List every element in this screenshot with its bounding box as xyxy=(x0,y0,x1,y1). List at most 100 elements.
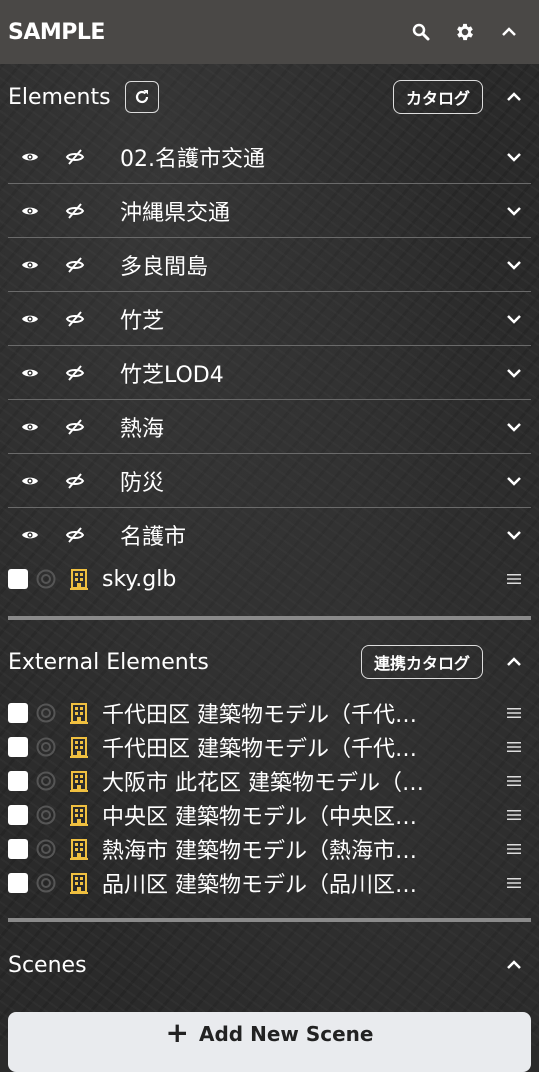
menu-icon[interactable] xyxy=(497,877,531,889)
eye-slash-icon[interactable] xyxy=(52,527,98,543)
menu-icon[interactable] xyxy=(497,573,531,585)
eye-slash-icon[interactable] xyxy=(52,310,98,327)
project-title: SAMPLE xyxy=(8,19,105,45)
building-icon xyxy=(64,702,94,724)
element-row[interactable]: 竹芝 xyxy=(8,292,531,346)
add-new-scene-label: Add New Scene xyxy=(199,1022,374,1046)
element-name: 防災 xyxy=(120,470,165,496)
external-element-row[interactable]: 熱海市 建築物モデル（熱海市… xyxy=(8,832,531,866)
eye-icon[interactable] xyxy=(8,475,52,487)
add-new-scene-button[interactable]: + Add New Scene xyxy=(8,1012,531,1072)
target-icon[interactable] xyxy=(28,737,64,757)
element-name: 熱海 xyxy=(120,416,165,442)
target-icon[interactable] xyxy=(28,839,64,859)
menu-icon[interactable] xyxy=(497,741,531,753)
file-row[interactable]: sky.glb xyxy=(8,562,531,596)
menu-icon[interactable] xyxy=(497,707,531,719)
element-name: 名護市 xyxy=(120,525,187,550)
eye-icon[interactable] xyxy=(8,421,52,433)
external-element-name: 千代田区 建築物モデル（千代… xyxy=(102,737,417,762)
chevron-down-icon[interactable] xyxy=(497,206,531,216)
menu-icon[interactable] xyxy=(497,843,531,855)
element-row[interactable]: 竹芝LOD4 xyxy=(8,346,531,400)
eye-slash-icon[interactable] xyxy=(52,364,98,381)
building-icon xyxy=(64,804,94,826)
external-element-row[interactable]: 中央区 建築物モデル（中央区… xyxy=(8,798,531,832)
external-element-name: 千代田区 建築物モデル（千代… xyxy=(102,703,417,728)
target-icon[interactable] xyxy=(28,703,64,723)
checkbox[interactable] xyxy=(8,771,28,791)
chevron-down-icon[interactable] xyxy=(497,530,531,540)
file-name: sky.glb xyxy=(102,566,177,592)
element-name: 多良間島 xyxy=(120,254,209,280)
element-row[interactable]: 名護市 xyxy=(8,508,531,562)
chevron-up-icon[interactable] xyxy=(497,657,531,667)
linked-catalog-button[interactable]: 連携カタログ xyxy=(360,645,483,679)
chevron-down-icon[interactable] xyxy=(497,422,531,432)
checkbox[interactable] xyxy=(8,805,28,825)
target-icon[interactable] xyxy=(28,805,64,825)
element-row[interactable]: 沖縄県交通 xyxy=(8,184,531,238)
eye-icon[interactable] xyxy=(8,259,52,271)
building-icon xyxy=(64,770,94,792)
eye-slash-icon[interactable] xyxy=(52,202,98,219)
external-element-row[interactable]: 千代田区 建築物モデル（千代… xyxy=(8,730,531,764)
eye-slash-icon[interactable] xyxy=(52,472,98,489)
plus-icon: + xyxy=(165,1016,189,1049)
eye-slash-icon[interactable] xyxy=(52,256,98,273)
eye-slash-icon[interactable] xyxy=(52,148,98,165)
top-bar: SAMPLE xyxy=(0,0,539,64)
external-element-name: 大阪市 此花区 建築物モデル（… xyxy=(102,771,424,796)
external-elements-label: External Elements xyxy=(8,649,209,675)
target-icon[interactable] xyxy=(28,771,64,791)
chevron-down-icon[interactable] xyxy=(497,260,531,270)
element-name: 02.名護市交通 xyxy=(120,146,265,172)
building-icon xyxy=(64,872,94,894)
external-elements-header: External Elements 連携カタログ xyxy=(0,620,539,696)
checkbox[interactable] xyxy=(8,737,28,757)
search-icon[interactable] xyxy=(399,10,443,54)
element-row[interactable]: 防災 xyxy=(8,454,531,508)
eye-icon[interactable] xyxy=(8,205,52,217)
external-element-name: 中央区 建築物モデル（中央区… xyxy=(102,805,417,830)
building-icon xyxy=(64,838,94,860)
eye-icon[interactable] xyxy=(8,367,52,379)
menu-icon[interactable] xyxy=(497,775,531,787)
reload-button[interactable] xyxy=(124,81,159,113)
chevron-up-icon[interactable] xyxy=(497,960,531,970)
external-element-name: 品川区 建築物モデル（品川区… xyxy=(102,873,417,898)
target-icon[interactable] xyxy=(28,569,64,589)
scenes-label: Scenes xyxy=(8,952,87,978)
eye-icon[interactable] xyxy=(8,529,52,541)
checkbox[interactable] xyxy=(8,839,28,859)
external-element-row[interactable]: 品川区 建築物モデル（品川区… xyxy=(8,866,531,900)
eye-icon[interactable] xyxy=(8,151,52,163)
checkbox[interactable] xyxy=(8,569,28,589)
chevron-down-icon[interactable] xyxy=(497,152,531,162)
chevron-down-icon[interactable] xyxy=(497,368,531,378)
external-element-row[interactable]: 千代田区 建築物モデル（千代… xyxy=(8,696,531,730)
eye-icon[interactable] xyxy=(8,313,52,325)
chevron-up-icon[interactable] xyxy=(487,10,531,54)
menu-icon[interactable] xyxy=(497,809,531,821)
checkbox[interactable] xyxy=(8,703,28,723)
chevron-down-icon[interactable] xyxy=(497,314,531,324)
catalog-button[interactable]: カタログ xyxy=(392,80,483,114)
gear-icon[interactable] xyxy=(443,10,487,54)
checkbox[interactable] xyxy=(8,873,28,893)
chevron-down-icon[interactable] xyxy=(497,476,531,486)
scenes-header: Scenes xyxy=(0,922,539,1002)
building-icon xyxy=(64,736,94,758)
element-row[interactable]: 多良間島 xyxy=(8,238,531,292)
chevron-up-icon[interactable] xyxy=(497,92,531,102)
element-row[interactable]: 熱海 xyxy=(8,400,531,454)
eye-slash-icon[interactable] xyxy=(52,418,98,435)
external-element-row[interactable]: 大阪市 此花区 建築物モデル（… xyxy=(8,764,531,798)
elements-label: Elements xyxy=(8,84,111,110)
element-list: 02.名護市交通 沖縄県交通 多良間島 竹芝 竹芝LOD4 熱海 防災 名護市 xyxy=(0,130,539,562)
element-name: 竹芝LOD4 xyxy=(120,362,224,388)
external-element-name: 熱海市 建築物モデル（熱海市… xyxy=(102,839,417,864)
element-row[interactable]: 02.名護市交通 xyxy=(8,130,531,184)
target-icon[interactable] xyxy=(28,873,64,893)
reload-icon xyxy=(135,90,148,104)
